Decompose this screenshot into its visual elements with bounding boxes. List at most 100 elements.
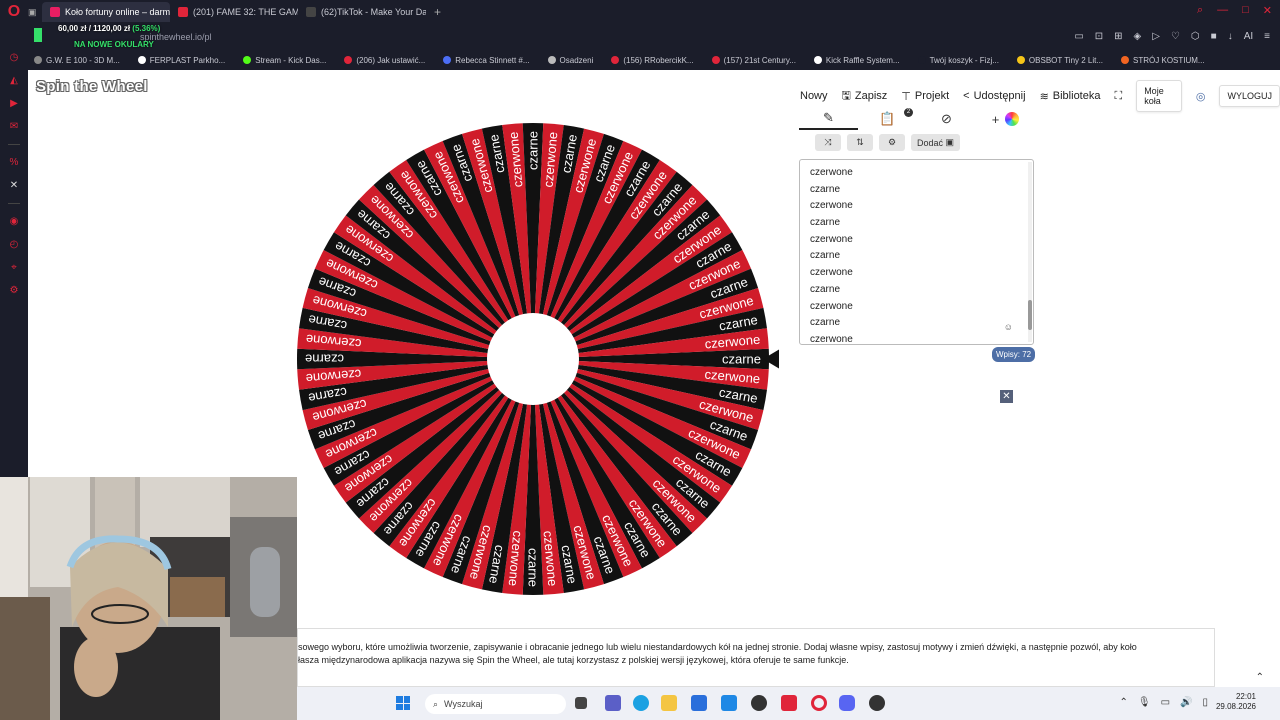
project-button[interactable]: ⊤ Projekt (901, 90, 949, 103)
fullscreen-button[interactable]: ⛶ (1114, 90, 1122, 103)
bookmark-item[interactable]: Rebecca Stinnett #... (443, 56, 530, 65)
vpn-icon[interactable]: ◈ (1134, 31, 1142, 42)
screenshot-icon[interactable]: ⊞ (1114, 31, 1122, 42)
bookmark-item[interactable]: Stream - Kick Das... (243, 56, 326, 65)
bookmark-item[interactable]: FERPLAST Parkho... (137, 55, 226, 65)
percent-icon[interactable]: % (9, 157, 20, 168)
opera-icon[interactable] (811, 695, 827, 711)
ai-icon[interactable]: AI (1244, 31, 1253, 42)
chevron-up-icon[interactable]: ⌃ (1119, 697, 1127, 708)
spin-wheel[interactable]: czarneczerwoneczarneczerwoneczarneczerwo… (295, 119, 779, 603)
library-button[interactable]: ≋ Biblioteka (1040, 90, 1101, 103)
new-tab-button[interactable]: + (426, 5, 449, 19)
windows-start-icon[interactable] (396, 696, 410, 710)
bookmark-item[interactable]: (157) 21st Century... (711, 56, 796, 65)
bookmark-item[interactable]: OBSBOT Tiny 2 Lit... (1016, 56, 1103, 65)
bookmark-label: (156) RRobercikK... (623, 55, 694, 65)
entries-scrollbar-thumb[interactable] (1028, 300, 1032, 330)
share-icon: < (963, 90, 970, 102)
new-wheel-button[interactable]: Nowy (800, 90, 828, 102)
youtube-icon[interactable]: ▶ (9, 98, 20, 109)
bookmark-item[interactable]: Twój koszyk - Fizj... (917, 56, 999, 65)
menu-icon[interactable]: ≡ (1264, 31, 1270, 42)
player-icon[interactable]: ◉ (9, 216, 20, 227)
settings-button[interactable]: ⚙ (879, 134, 905, 151)
bookmark-item[interactable]: (156) RRobercikK... (611, 55, 694, 65)
workspace-icon[interactable]: ▣ (28, 7, 42, 18)
scroll-top-chevron-icon[interactable]: ⌃ (1256, 672, 1264, 683)
discord-icon[interactable] (839, 695, 855, 711)
logout-button[interactable]: WYLOGUJ (1219, 85, 1280, 107)
my-wheels-button[interactable]: Moje koła (1136, 80, 1182, 112)
task-view-icon[interactable] (575, 697, 587, 709)
bookmark-favicon-icon (547, 56, 556, 64)
search-icon[interactable]: ⌕ (1197, 4, 1203, 17)
outlook-icon[interactable] (721, 695, 737, 711)
tab-fame[interactable]: (201) FAME 32: THE GAME (170, 2, 298, 22)
bookmark-item[interactable]: STRÓJ KOSTIUM... (1121, 56, 1205, 65)
store-icon[interactable] (691, 695, 707, 711)
x-twitter-icon[interactable]: ✕ (9, 180, 20, 191)
maximize-icon[interactable]: □ (1242, 4, 1249, 17)
language-button[interactable]: ◎ (1196, 90, 1206, 103)
download-icon[interactable]: ↓ (1228, 31, 1233, 42)
address-bar: spinthewheel.io/pl ▭ ⊡ ⊞ ◈ ▷ ♡ ⬡ ■ ↓ AI … (28, 24, 1280, 50)
site-logo[interactable]: Spin the Wheel (36, 78, 148, 95)
bookmark-item[interactable]: Kick Raffle System... (813, 56, 900, 65)
save-button[interactable]: 🖫 Zapisz (842, 87, 888, 106)
tab-edit[interactable]: ✎ (799, 108, 858, 130)
heart-icon[interactable]: ♡ (1171, 31, 1180, 42)
profile-icon[interactable]: ■ (1211, 31, 1217, 42)
share-button[interactable]: < Udostępnij (963, 90, 1025, 102)
bookmark-item[interactable]: (206) Jak ustawić... (344, 56, 425, 65)
tab-tiktok[interactable]: (62)TikTok - Make Your Da (298, 2, 426, 22)
battery-icon[interactable]: ▯ (1202, 697, 1208, 708)
close-ad-button[interactable]: ✕ (1000, 390, 1013, 403)
clock-icon[interactable]: ◴ (9, 239, 20, 250)
add-image-button[interactable]: Dodać ▣ (911, 134, 961, 151)
entry-line: czarne (810, 283, 841, 295)
clock[interactable]: 22:01 29.08.2026 (1216, 692, 1256, 712)
app-icon[interactable] (869, 695, 885, 711)
tab-results[interactable]: 📋 2 (858, 108, 917, 130)
file-explorer-icon[interactable] (661, 695, 677, 711)
wheel-center-hub[interactable] (487, 313, 579, 405)
tab-kolo-fortuny[interactable]: Koło fortuny online – darmo (42, 2, 170, 22)
close-icon[interactable]: ✕ (1263, 4, 1272, 17)
bookmark-label: FERPLAST Parkho... (149, 55, 226, 65)
extensions-icon[interactable]: ⬡ (1191, 31, 1200, 42)
shuffle-button[interactable]: ⤨ (815, 134, 841, 151)
emoji-icon[interactable]: ☺ (1004, 322, 1013, 332)
entry-count-badge: Wpisy: 72 (992, 347, 1036, 362)
tab-theme[interactable]: + (976, 108, 1035, 130)
edge-icon[interactable] (633, 695, 649, 711)
snapshot-icon[interactable]: ▭ (1074, 31, 1083, 42)
library-icon: ≋ (1039, 90, 1049, 103)
network-icon[interactable]: ▭ (1161, 697, 1170, 708)
sort-button[interactable]: ⇅ (847, 134, 873, 151)
bookmark-item[interactable]: G.W. E 100 - 3D M... (34, 56, 120, 65)
search-icon: ⌕ (433, 698, 439, 709)
taskbar-search[interactable]: ⌕ Wyszukaj (425, 694, 566, 714)
settings-icon[interactable]: ⚙ (9, 285, 20, 296)
entries-textarea[interactable]: czerwone czarne czerwone czarne czerwone czar… (799, 159, 1034, 345)
teams-icon[interactable] (605, 695, 621, 711)
pin-icon[interactable]: ⌖ (9, 262, 20, 273)
bookmark-label: G.W. E 100 - 3D M... (46, 55, 120, 65)
bookmark-item[interactable]: Osadzeni (547, 56, 593, 65)
microphone-icon[interactable]: 🎙 (1138, 697, 1151, 708)
opera-gx-icon[interactable] (781, 695, 797, 711)
gear-icon: ⚙ (887, 137, 897, 147)
obs-icon[interactable] (751, 695, 767, 711)
gmail-icon[interactable]: ✉ (9, 121, 20, 132)
bookmark-favicon-icon (344, 56, 353, 64)
bookmark-icon[interactable]: ⊡ (1095, 31, 1103, 42)
history-icon[interactable]: ◷ (9, 52, 20, 63)
speed-dial-icon[interactable]: ◭ (9, 75, 20, 86)
volume-icon[interactable]: 🔊 (1180, 697, 1192, 708)
entry-line: czerwone (810, 333, 853, 345)
player-icon[interactable]: ▷ (1152, 31, 1160, 42)
tab-hidden[interactable]: ⊘ (917, 108, 976, 130)
opera-logo-icon[interactable]: O (0, 0, 28, 24)
minimize-icon[interactable]: — (1217, 4, 1228, 17)
